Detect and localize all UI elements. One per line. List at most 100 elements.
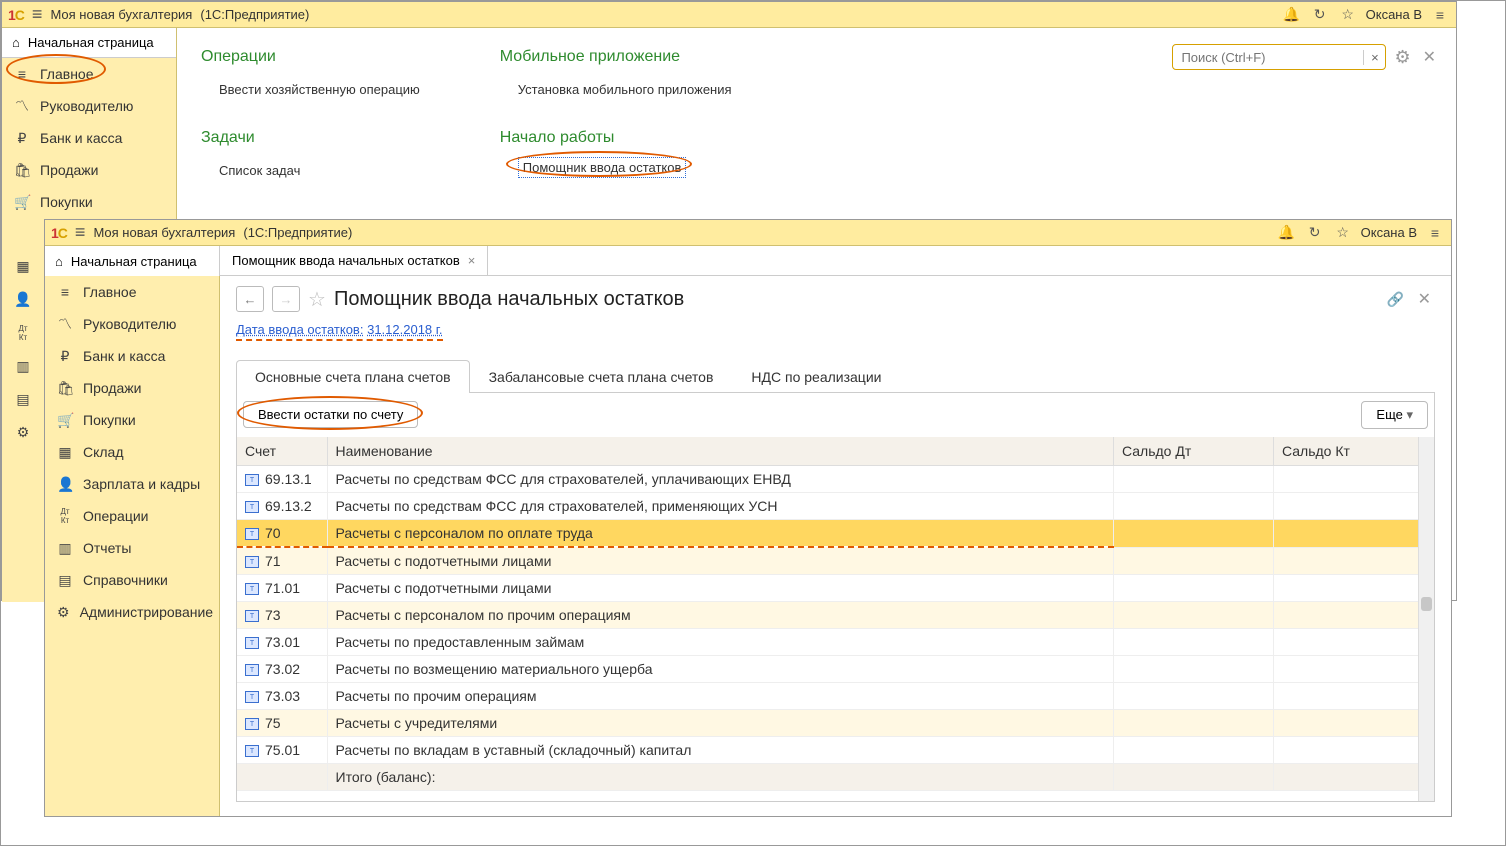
settings-gears-icon[interactable]: ⚙ [1394, 47, 1410, 68]
star-icon[interactable]: ☆ [1338, 5, 1358, 25]
strip-warehouse-icon[interactable]: ▦ [16, 258, 29, 275]
sidebar-item-sales[interactable]: 🛍 Продажи [2, 154, 176, 186]
sidebar-item-admin[interactable]: ⚙Администрирование [45, 596, 219, 628]
document-tabs-row: ⌂ Начальная страница Помощник ввода нача… [45, 246, 1451, 276]
user-menu-icon[interactable]: ≡ [1425, 223, 1445, 243]
table-row[interactable]: T73.01Расчеты по предоставленным займам [237, 629, 1434, 656]
col-credit[interactable]: Сальдо Кт [1274, 437, 1434, 466]
sidebar-item-purchases[interactable]: 🛒Покупки [45, 404, 219, 436]
star-icon[interactable]: ☆ [1333, 223, 1353, 243]
cell-account: T69.13.2 [237, 493, 327, 520]
sidebar-item-main[interactable]: ≡Главное [45, 276, 219, 308]
cell-account: T70 [237, 520, 327, 548]
search-box[interactable]: × [1172, 44, 1386, 70]
sidebar-item-label: Продажи [40, 162, 98, 178]
account-icon: T [245, 528, 259, 540]
table-row[interactable]: T75Расчеты с учредителями [237, 710, 1434, 737]
sidebar-item-sales[interactable]: 🛍Продажи [45, 372, 219, 404]
history-icon[interactable]: ↻ [1310, 5, 1330, 25]
sidebar-item-manager[interactable]: 〽Руководителю [45, 308, 219, 340]
document-tab-active[interactable]: Помощник ввода начальных остатков × [220, 246, 488, 275]
scrollbar-thumb[interactable] [1421, 597, 1432, 611]
menu-icon[interactable]: ≡ [32, 4, 43, 25]
sidebar-item-bank[interactable]: ₽ Банк и касса [2, 122, 176, 154]
cell-account: T75 [237, 710, 327, 737]
sidebar-item-warehouse[interactable]: ▦Склад [45, 436, 219, 468]
cell-credit [1274, 602, 1434, 629]
start-page-label: Начальная страница [71, 254, 197, 269]
ruble-icon: ₽ [14, 130, 30, 147]
sidebar-item-manager[interactable]: 〽 Руководителю [2, 90, 176, 122]
table-row[interactable]: T73Расчеты с персоналом по прочим операц… [237, 602, 1434, 629]
sidebar-item-purchases[interactable]: 🛒 Покупки [2, 186, 176, 218]
sidebar-item-label: Администрирование [80, 604, 214, 620]
strip-settings-icon[interactable]: ⚙ [17, 424, 30, 441]
table-row[interactable]: T69.13.1Расчеты по средствам ФСС для стр… [237, 466, 1434, 493]
strip-person-icon[interactable]: 👤 [14, 291, 31, 308]
window-wizard: 1С ≡ Моя новая бухгалтерия (1С:Предприят… [44, 219, 1452, 817]
home-icon: ⌂ [12, 35, 20, 50]
section-link[interactable]: Ввести хозяйственную операцию [201, 76, 420, 103]
sidebar-item-label: Главное [83, 284, 137, 300]
ruble-icon: ₽ [57, 348, 73, 365]
table-row[interactable]: T75.01Расчеты по вкладам в уставный (скл… [237, 737, 1434, 764]
wizard-panel: ← → ☆ Помощник ввода начальных остатков … [220, 276, 1451, 816]
chart-icon: 〽 [57, 314, 73, 334]
close-panel-icon[interactable]: ✕ [1414, 289, 1435, 309]
link-icon[interactable]: 🔗 [1386, 289, 1406, 309]
more-button[interactable]: Еще [1361, 401, 1428, 429]
start-page-tab[interactable]: ⌂ Начальная страница [2, 28, 176, 58]
subtab-offbalance[interactable]: Забалансовые счета плана счетов [470, 360, 733, 393]
close-tab-icon[interactable]: × [468, 253, 476, 268]
user-name[interactable]: Оксана В [1361, 225, 1417, 240]
search-input[interactable] [1173, 50, 1363, 65]
nav-forward-button[interactable]: → [272, 286, 300, 312]
section-heading: Задачи [201, 129, 420, 147]
col-name[interactable]: Наименование [327, 437, 1114, 466]
bell-icon[interactable]: 🔔 [1282, 5, 1302, 25]
date-link[interactable]: Дата ввода остатков: 31.12.2018 г. [236, 322, 443, 341]
table-row[interactable]: T70Расчеты с персоналом по оплате труда [237, 520, 1434, 548]
cell-account: T73.03 [237, 683, 327, 710]
table-row[interactable]: T71.01Расчеты с подотчетными лицами [237, 575, 1434, 602]
account-icon: T [245, 691, 259, 703]
close-panel-icon[interactable]: ✕ [1419, 47, 1440, 67]
user-menu-icon[interactable]: ≡ [1430, 5, 1450, 25]
sidebar-item-operations[interactable]: ДтКтОперации [45, 500, 219, 532]
strip-debit-credit-icon[interactable]: ДтКт [18, 324, 27, 342]
subtab-main-accounts[interactable]: Основные счета плана счетов [236, 360, 470, 393]
col-debit[interactable]: Сальдо Дт [1114, 437, 1274, 466]
account-icon: T [245, 556, 259, 568]
section-link[interactable]: Установка мобильного приложения [500, 76, 732, 103]
section-link[interactable]: Список задач [201, 157, 420, 184]
clear-search-icon[interactable]: × [1363, 50, 1385, 65]
menu-icon[interactable]: ≡ [75, 222, 86, 243]
user-name[interactable]: Оксана В [1366, 7, 1422, 22]
sidebar-item-refs[interactable]: ▤Справочники [45, 564, 219, 596]
account-icon: T [245, 501, 259, 513]
strip-reports-icon[interactable]: ▥ [16, 358, 29, 375]
table-footer-row: Итого (баланс): [237, 764, 1434, 791]
col-account[interactable]: Счет [237, 437, 327, 466]
table-row[interactable]: T73.03Расчеты по прочим операциям [237, 683, 1434, 710]
sidebar-item-salary[interactable]: 👤Зарплата и кадры [45, 468, 219, 500]
cell-debit [1114, 737, 1274, 764]
sidebar-item-bank[interactable]: ₽Банк и касса [45, 340, 219, 372]
strip-refs-icon[interactable]: ▤ [16, 391, 29, 408]
sidebar-item-reports[interactable]: ▥Отчеты [45, 532, 219, 564]
history-icon[interactable]: ↻ [1305, 223, 1325, 243]
app-title: Моя новая бухгалтерия [93, 225, 235, 240]
nav-back-button[interactable]: ← [236, 286, 264, 312]
enter-balance-button[interactable]: Ввести остатки по счету [243, 401, 418, 428]
section-link-wizard[interactable]: Помощник ввода остатков [518, 157, 687, 178]
start-page-tab[interactable]: ⌂ Начальная страница [45, 246, 220, 276]
scrollbar[interactable] [1418, 437, 1434, 801]
sidebar-item-main[interactable]: ≡ Главное [2, 58, 176, 90]
table-row[interactable]: T71Расчеты с подотчетными лицами [237, 547, 1434, 575]
sidebar-item-label: Банк и касса [40, 130, 122, 146]
table-row[interactable]: T73.02Расчеты по возмещению материальног… [237, 656, 1434, 683]
subtab-vat[interactable]: НДС по реализации [732, 360, 900, 393]
bell-icon[interactable]: 🔔 [1277, 223, 1297, 243]
table-row[interactable]: T69.13.2Расчеты по средствам ФСС для стр… [237, 493, 1434, 520]
favorite-star-icon[interactable]: ☆ [308, 287, 326, 312]
